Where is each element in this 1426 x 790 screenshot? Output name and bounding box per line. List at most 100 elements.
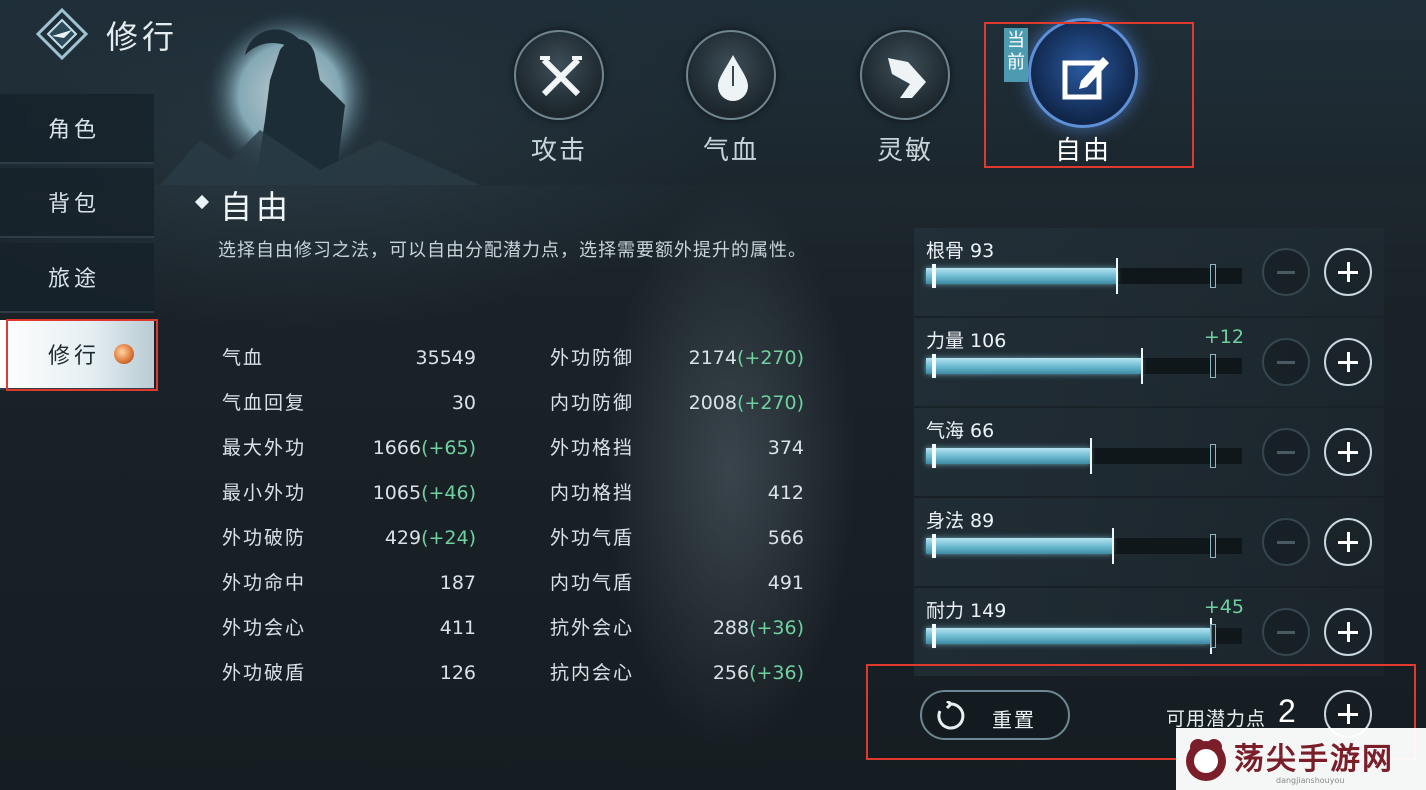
stat-row: 内功气盾 491 bbox=[550, 570, 804, 596]
attribute-bar-cap bbox=[1210, 444, 1216, 468]
stat-name: 最小外功 bbox=[222, 482, 307, 504]
tab-label: 气血 bbox=[702, 136, 759, 166]
section-title: 自由 bbox=[220, 188, 293, 226]
stat-value: 187 bbox=[439, 572, 476, 594]
attribute-bar-fill bbox=[926, 538, 1112, 554]
attribute-row-qihai: 气海 66 bbox=[914, 408, 1384, 496]
stat-name: 外功格挡 bbox=[550, 437, 635, 459]
stat-row: 最大外功 1666(+65) bbox=[222, 435, 476, 461]
increase-button[interactable] bbox=[1324, 518, 1372, 566]
crossed-swords-icon bbox=[514, 30, 604, 120]
stat-value: 429(+24) bbox=[384, 527, 476, 549]
tab-agility[interactable]: 灵敏 bbox=[850, 30, 960, 170]
stat-value: 1666(+65) bbox=[372, 437, 476, 459]
sidebar-item-label: 角色 bbox=[48, 118, 101, 143]
decrease-button[interactable] bbox=[1262, 248, 1310, 296]
stat-row: 外功破盾 126 bbox=[222, 660, 476, 686]
stat-name: 内功防御 bbox=[550, 392, 635, 414]
stat-row: 外功格挡 374 bbox=[550, 435, 804, 461]
stat-name: 抗内会心 bbox=[550, 662, 635, 684]
attribute-bar bbox=[926, 618, 1242, 654]
drop-icon bbox=[686, 30, 776, 120]
site-watermark: 荡尖手游网 dangjianshouyou bbox=[1176, 728, 1426, 790]
attribute-bar bbox=[926, 348, 1242, 384]
attribute-bar-start bbox=[932, 624, 936, 648]
attribute-bar-fill bbox=[926, 358, 1141, 374]
highlight-frame bbox=[6, 319, 158, 391]
stat-name: 外功命中 bbox=[222, 572, 307, 594]
attribute-bar-cap bbox=[1210, 534, 1216, 558]
stat-value: 2008(+270) bbox=[688, 392, 804, 414]
decrease-button[interactable] bbox=[1262, 338, 1310, 386]
stat-row: 外功命中 187 bbox=[222, 570, 476, 596]
watermark-text: 荡尖手游网 bbox=[1234, 742, 1394, 777]
decrease-button[interactable] bbox=[1262, 608, 1310, 656]
sidebar-item-label: 背包 bbox=[48, 192, 101, 217]
stat-row: 外功会心 411 bbox=[222, 615, 476, 641]
stat-value: 411 bbox=[439, 617, 476, 639]
attribute-label: 根骨 93 bbox=[926, 240, 995, 262]
stat-value: 256(+36) bbox=[712, 662, 804, 684]
tab-attack[interactable]: 攻击 bbox=[504, 30, 614, 170]
stat-value: 288(+36) bbox=[712, 617, 804, 639]
attribute-bar-marker bbox=[1141, 348, 1143, 384]
sidebar-item-journey[interactable]: 旅途 bbox=[0, 243, 154, 313]
attribute-bar-cap bbox=[1210, 264, 1216, 288]
sidebar-item-character[interactable]: 角色 bbox=[0, 94, 154, 164]
attribute-bar bbox=[926, 258, 1242, 294]
attribute-bonus: +45 bbox=[1203, 596, 1244, 618]
stat-value: 2174(+270) bbox=[688, 347, 804, 369]
stat-row: 外功防御 2174(+270) bbox=[550, 345, 804, 371]
watermark-subtext: dangjianshouyou bbox=[1276, 776, 1345, 785]
stat-name: 抗外会心 bbox=[550, 617, 635, 639]
stat-row: 内功格挡 412 bbox=[550, 480, 804, 506]
tab-label: 灵敏 bbox=[876, 136, 933, 166]
increase-button[interactable] bbox=[1324, 608, 1372, 656]
attribute-bar-cap bbox=[1210, 354, 1216, 378]
stat-name: 内功气盾 bbox=[550, 572, 635, 594]
increase-button[interactable] bbox=[1324, 428, 1372, 476]
attribute-row-constitution: 根骨 93 bbox=[914, 228, 1384, 316]
chef-logo-icon bbox=[1186, 739, 1226, 781]
stat-value: 30 bbox=[451, 392, 476, 414]
attribute-bar-fill bbox=[926, 448, 1090, 464]
highlight-frame bbox=[984, 22, 1194, 168]
stat-name: 外功破盾 bbox=[222, 662, 307, 684]
attribute-bar-marker bbox=[1116, 258, 1118, 294]
tab-health[interactable]: 气血 bbox=[676, 30, 786, 170]
stat-row: 气血 35549 bbox=[222, 345, 476, 371]
sidebar-item-bag[interactable]: 背包 bbox=[0, 168, 154, 238]
decrease-button[interactable] bbox=[1262, 428, 1310, 476]
wing-icon bbox=[860, 30, 950, 120]
attribute-label: 耐力 149 bbox=[926, 600, 1007, 622]
decrease-button[interactable] bbox=[1262, 518, 1310, 566]
attribute-bar-cap bbox=[1210, 624, 1216, 648]
attribute-bar-marker bbox=[1112, 528, 1114, 564]
stat-name: 外功防御 bbox=[550, 347, 635, 369]
stat-name: 气血回复 bbox=[222, 392, 307, 414]
character-illustration bbox=[160, 10, 480, 186]
stat-name: 内功格挡 bbox=[550, 482, 635, 504]
stat-row: 气血回复 30 bbox=[222, 390, 476, 416]
attribute-row-endurance: 耐力 149 +45 bbox=[914, 588, 1384, 676]
attribute-bar-start bbox=[932, 444, 936, 468]
attribute-bar-start bbox=[932, 264, 936, 288]
section-bullet-icon bbox=[194, 194, 210, 210]
attribute-bonus: +12 bbox=[1203, 326, 1244, 348]
increase-button[interactable] bbox=[1324, 338, 1372, 386]
stat-name: 外功破防 bbox=[222, 527, 307, 549]
stat-name: 外功气盾 bbox=[550, 527, 635, 549]
attribute-bar-fill bbox=[926, 268, 1116, 284]
attribute-bar-fill bbox=[926, 628, 1210, 644]
section-description: 选择自由修习之法，可以自由分配潜力点，选择需要额外提升的属性。 bbox=[218, 240, 807, 261]
stat-value: 1065(+46) bbox=[372, 482, 476, 504]
attribute-bar-start bbox=[932, 354, 936, 378]
stat-row: 最小外功 1065(+46) bbox=[222, 480, 476, 506]
attribute-bar-marker bbox=[1090, 438, 1092, 474]
stat-row: 内功防御 2008(+270) bbox=[550, 390, 804, 416]
attribute-row-agility: 身法 89 bbox=[914, 498, 1384, 586]
increase-button[interactable] bbox=[1324, 248, 1372, 296]
stat-name: 最大外功 bbox=[222, 437, 307, 459]
sidebar-item-label: 旅途 bbox=[48, 267, 101, 292]
stat-row: 抗内会心 256(+36) bbox=[550, 660, 804, 686]
